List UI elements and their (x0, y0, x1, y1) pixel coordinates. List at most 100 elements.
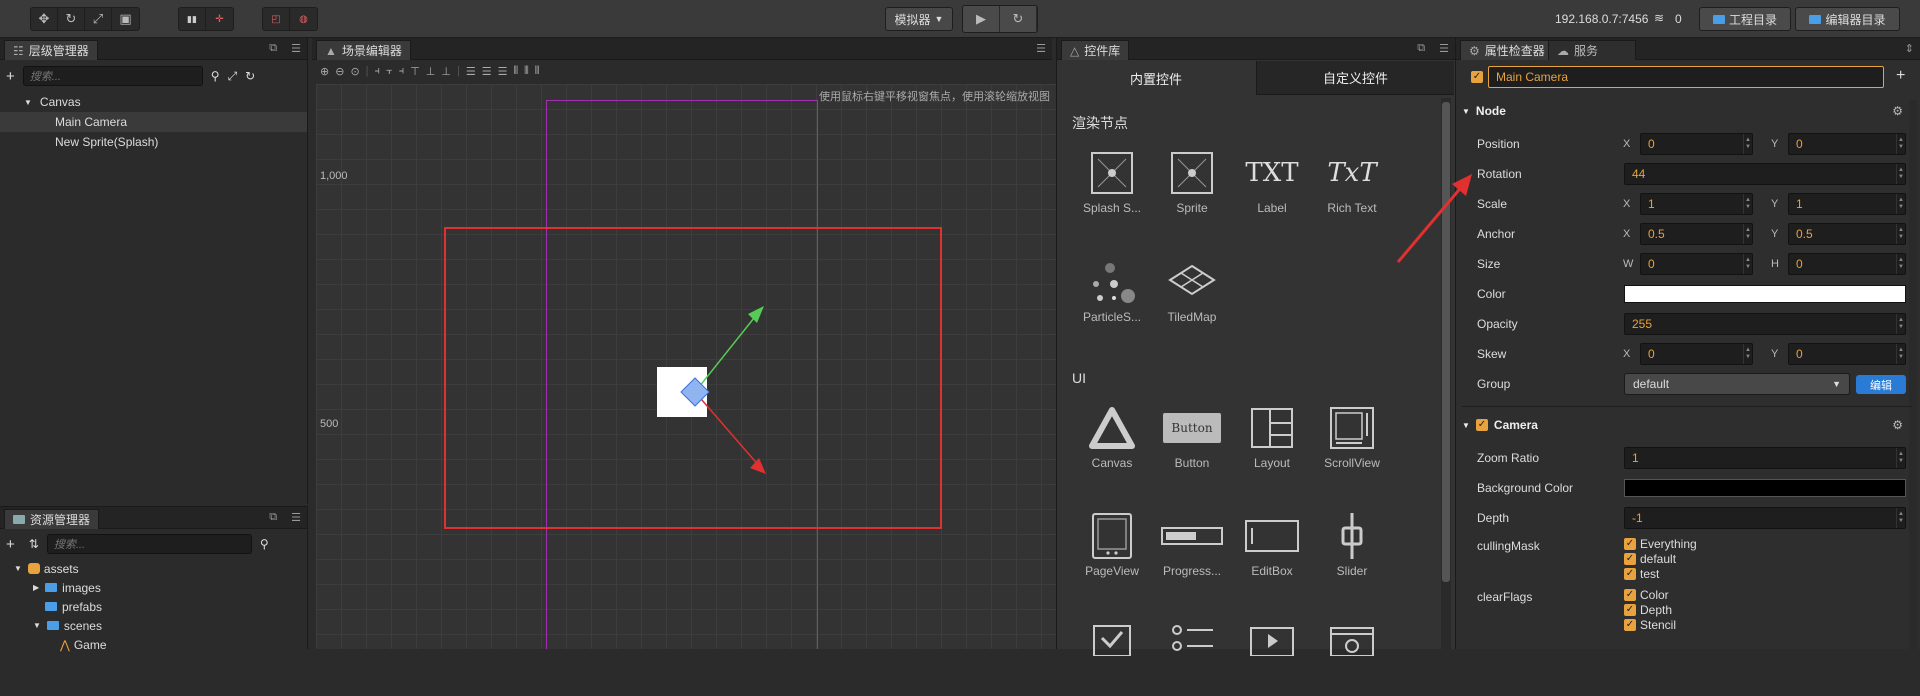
control-tiledmap[interactable]: TiledMap (1152, 254, 1232, 334)
spinner-icon[interactable]: ▲ ▼ (1896, 254, 1905, 274)
distribute-right-icon[interactable]: ⫴ (535, 65, 540, 78)
group-select[interactable]: default ▼ (1624, 373, 1850, 395)
expand-icon[interactable]: ⇕ (1905, 42, 1914, 55)
control-slider[interactable]: Slider (1312, 508, 1392, 588)
control-pageview[interactable]: PageView (1072, 508, 1152, 588)
anchor-y-input[interactable]: 0.5 ▲ ▼ (1788, 223, 1906, 245)
menu-icon[interactable]: ☰ (291, 511, 301, 524)
scale-y-input[interactable]: 1 ▲ ▼ (1788, 193, 1906, 215)
transform-gizmo[interactable] (316, 84, 1056, 649)
refresh-icon[interactable]: ↻ (1000, 6, 1037, 32)
culling-test-checkbox[interactable]: ✓ test (1624, 566, 1659, 581)
depth-input[interactable]: -1 ▲ ▼ (1624, 507, 1906, 529)
tab-builtin-controls[interactable]: 内置控件 (1057, 61, 1255, 95)
simulator-select[interactable]: 模拟器 ▼ (885, 7, 953, 31)
move-icon[interactable]: ✥ (31, 8, 58, 30)
distribute-hcenter-icon[interactable]: ⫴ (524, 65, 529, 78)
sort-icon[interactable]: ⇅ (29, 537, 39, 551)
spinner-icon[interactable]: ▲ ▼ (1896, 508, 1905, 528)
search-icon[interactable]: ⚲ (211, 69, 220, 83)
tree-item-assets[interactable]: ▼ assets (0, 559, 307, 578)
menu-icon[interactable]: ☰ (291, 42, 301, 55)
tab-custom-controls[interactable]: 自定义控件 (1256, 61, 1454, 95)
camera-section-header[interactable]: ▼ ✓ Camera ⚙ (1462, 414, 1917, 436)
tab-service[interactable]: ☁ 服务 (1548, 40, 1636, 60)
tab-inspector[interactable]: ⚙ 属性检查器 (1460, 40, 1554, 60)
menu-icon[interactable]: ☰ (1439, 42, 1449, 55)
gear-icon[interactable]: ⚙ (1892, 418, 1903, 432)
size-h-input[interactable]: 0 ▲ ▼ (1788, 253, 1906, 275)
control-label[interactable]: TXT Label (1232, 145, 1312, 225)
anchor-x-input[interactable]: 0.5 ▲ ▼ (1640, 223, 1753, 245)
spinner-icon[interactable]: ▲ ▼ (1743, 134, 1752, 154)
distribute-top-icon[interactable]: ☰ (466, 65, 476, 78)
spinner-icon[interactable]: ▲ ▼ (1743, 194, 1752, 214)
size-w-input[interactable]: 0 ▲ ▼ (1640, 253, 1753, 275)
add-icon[interactable]: + (6, 68, 15, 85)
opacity-input[interactable]: 255 ▲ ▼ (1624, 313, 1906, 335)
control-layout[interactable]: Layout (1232, 400, 1312, 480)
align-hcenter-icon[interactable]: ⫟ (386, 65, 393, 78)
control-toggle-container[interactable] (1152, 616, 1232, 696)
spinner-icon[interactable]: ▲ ▼ (1896, 448, 1905, 468)
control-progressbar[interactable]: Progress... (1152, 508, 1232, 588)
align-left-icon[interactable]: ⫞ (375, 65, 381, 78)
culling-default-checkbox[interactable]: ✓ default (1624, 551, 1676, 566)
maximize-icon[interactable]: ⧉ (1417, 42, 1425, 55)
tree-item-game[interactable]: ⋀ Game (0, 635, 307, 654)
node-active-checkbox[interactable]: ✓ (1471, 71, 1483, 83)
culling-everything-checkbox[interactable]: ✓ Everything (1624, 536, 1697, 551)
refresh-icon[interactable]: ↻ (245, 69, 255, 83)
tree-item-scenes[interactable]: ▼ scenes (0, 616, 307, 635)
clear-color-checkbox[interactable]: ✓ Color (1624, 587, 1669, 602)
menu-icon[interactable]: ☰ (1036, 42, 1046, 55)
align-right-icon[interactable]: ⫞ (399, 65, 405, 78)
spinner-icon[interactable]: ▲ ▼ (1896, 134, 1905, 154)
distribute-left-icon[interactable]: ⫴ (513, 65, 518, 78)
spinner-icon[interactable]: ▲ ▼ (1743, 344, 1752, 364)
clear-stencil-checkbox[interactable]: ✓ Stencil (1624, 617, 1676, 632)
maximize-icon[interactable]: ⧉ (269, 511, 277, 524)
local-icon[interactable]: ✛ (206, 8, 233, 30)
node-section-header[interactable]: ▼ Node ⚙ (1462, 100, 1917, 122)
spinner-icon[interactable]: ▲ ▼ (1896, 194, 1905, 214)
tree-item-main-camera[interactable]: Main Camera (0, 112, 307, 132)
distribute-bottom-icon[interactable]: ☰ (498, 65, 508, 78)
group-edit-button[interactable]: 编辑 (1856, 375, 1906, 394)
rotation-input[interactable]: 44 ▲ ▼ (1624, 163, 1906, 185)
tree-item-images[interactable]: ▶ images (0, 578, 307, 597)
spinner-icon[interactable]: ▲ ▼ (1896, 344, 1905, 364)
tab-hierarchy[interactable]: ☷ 层级管理器 (4, 40, 98, 60)
node-name-input[interactable]: Main Camera (1488, 66, 1884, 88)
pivot-icon[interactable]: ▮▮ (179, 8, 206, 30)
zoom-in-icon[interactable]: ⊕ (320, 65, 329, 78)
add-icon[interactable]: + (6, 536, 15, 553)
editor-dir-button[interactable]: 编辑器目录 (1795, 7, 1900, 31)
zoom-ratio-input[interactable]: 1 ▲ ▼ (1624, 447, 1906, 469)
spinner-icon[interactable]: ▲ ▼ (1896, 314, 1905, 334)
rect-icon[interactable]: ▣ (112, 8, 139, 30)
clear-depth-checkbox[interactable]: ✓ Depth (1624, 602, 1672, 617)
align-bottom-icon[interactable]: ⊥ (441, 65, 451, 78)
position-x-input[interactable]: 0 ▲ ▼ (1640, 133, 1753, 155)
align-top-icon[interactable]: ⊤ (410, 65, 420, 78)
spinner-icon[interactable]: ▲ ▼ (1896, 164, 1905, 184)
spinner-icon[interactable]: ▲ ▼ (1743, 254, 1752, 274)
scene-viewport[interactable]: 使用鼠标右键平移视窗焦点，使用滚轮缩放视图 1,000 500 (316, 84, 1056, 649)
control-editbox[interactable]: EditBox (1232, 508, 1312, 588)
tab-controls[interactable]: △ 控件库 (1061, 40, 1130, 60)
control-webview[interactable] (1312, 616, 1392, 696)
spinner-icon[interactable]: ▲ ▼ (1743, 224, 1752, 244)
assets-search-input[interactable]: 搜索... (46, 534, 252, 554)
camera-enabled-checkbox[interactable]: ✓ (1475, 419, 1488, 431)
rotate-icon[interactable]: ↻ (58, 8, 85, 30)
control-videoplayer[interactable] (1232, 616, 1312, 696)
tree-item-new-sprite[interactable]: New Sprite(Splash) (0, 132, 307, 152)
play-icon[interactable]: ▶ (963, 6, 1000, 32)
search-icon[interactable]: ⚲ (260, 537, 269, 551)
add-component-icon[interactable]: + (1896, 67, 1905, 85)
spinner-icon[interactable]: ▲ ▼ (1896, 224, 1905, 244)
control-scrollview[interactable]: ScrollView (1312, 400, 1392, 480)
scale-x-input[interactable]: 1 ▲ ▼ (1640, 193, 1753, 215)
snap-icon[interactable]: ◍ (290, 8, 317, 30)
